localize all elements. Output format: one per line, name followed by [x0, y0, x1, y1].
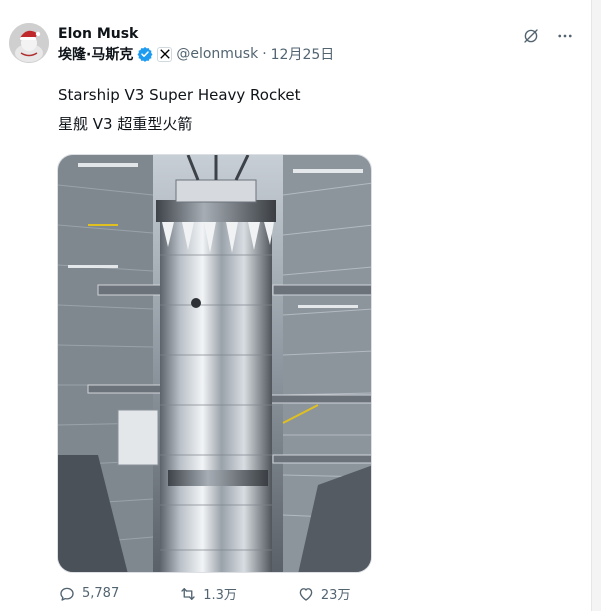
post-card[interactable]: Elon Musk 埃隆·马斯克 @elonmusk · 12月25日 Star…	[0, 0, 592, 611]
post-text-chinese: 星舰 V3 超重型火箭	[58, 115, 193, 133]
like-count: 23万	[320, 588, 351, 603]
author-handle[interactable]: @elonmusk	[176, 46, 258, 62]
avatar-image	[9, 23, 49, 63]
reply-count: 5,787	[82, 586, 120, 601]
post-action-bar: 5,787 1.3万 23万	[58, 584, 350, 603]
avatar[interactable]	[9, 23, 49, 63]
author-alt-name[interactable]: 埃隆·马斯克	[58, 44, 133, 64]
post-text-english: Starship V3 Super Heavy Rocket	[58, 86, 301, 104]
repost-button[interactable]: 1.3万	[179, 584, 237, 603]
rocket-hangar-photo	[58, 155, 371, 572]
post-timestamp[interactable]: 12月25日	[271, 44, 335, 64]
reply-icon	[58, 585, 76, 603]
like-button[interactable]: 23万	[297, 584, 351, 603]
post-top-actions	[521, 26, 575, 46]
x-logo-icon[interactable]	[157, 46, 173, 62]
more-icon[interactable]	[555, 26, 575, 46]
reply-button[interactable]: 5,787	[58, 585, 119, 603]
author-meta-row: 埃隆·马斯克 @elonmusk · 12月25日	[58, 44, 334, 64]
post-media-image[interactable]	[57, 154, 372, 573]
like-icon	[297, 585, 315, 603]
repost-count: 1.3万	[203, 588, 237, 603]
grok-icon[interactable]	[521, 26, 541, 46]
verified-icon[interactable]	[137, 46, 153, 62]
separator-dot: ·	[262, 46, 267, 62]
repost-icon	[179, 585, 197, 603]
author-display-name[interactable]: Elon Musk	[58, 26, 138, 42]
